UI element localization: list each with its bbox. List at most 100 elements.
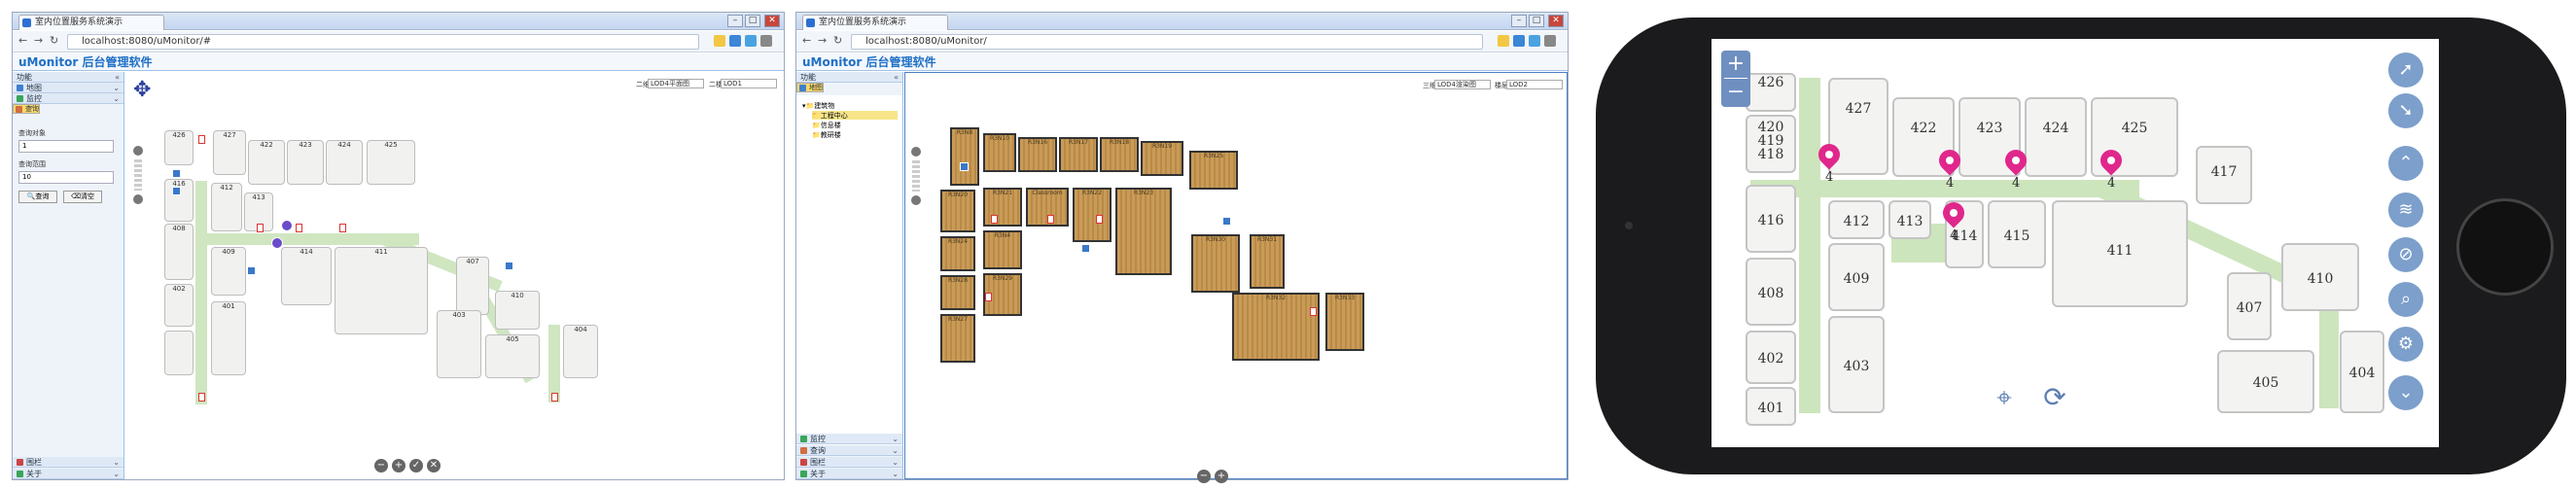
room-3d[interactable]: R3N19 (1141, 141, 1183, 176)
tree-item-selected[interactable]: 📁工程中心 (812, 111, 898, 120)
room-402[interactable]: 402 (1746, 331, 1796, 384)
room[interactable]: 426 (164, 130, 194, 165)
room[interactable]: 401 (211, 301, 246, 375)
home-button[interactable] (2456, 198, 2554, 296)
pan-down-icon[interactable] (911, 195, 921, 205)
room-3d[interactable]: R3N17 (1059, 137, 1098, 172)
room-413[interactable]: 413 (1888, 200, 1931, 239)
star-icon[interactable] (1498, 35, 1509, 47)
room-3d[interactable]: R3N4 (983, 230, 1022, 269)
zoom-in-button[interactable]: + (1721, 51, 1750, 78)
extension-icon[interactable] (729, 35, 741, 47)
person-marker-icon[interactable] (281, 220, 293, 231)
browser-tab[interactable]: 室内位置服务系统演示 (18, 15, 164, 30)
tree-root[interactable]: ▾📁建筑物 (802, 101, 834, 111)
arrow-down-right-icon[interactable]: ➘ (2388, 93, 2423, 128)
chevron-up-icon[interactable]: ⌃ (2388, 146, 2423, 181)
confirm-button[interactable]: ✓ (409, 459, 423, 472)
room-3d[interactable]: R3N25 (1189, 151, 1238, 190)
sidebar-item-fence[interactable]: 围栏 ⌄ (796, 457, 902, 468)
room[interactable]: 422 (248, 140, 285, 185)
room[interactable]: 416 (164, 179, 194, 222)
tree-item[interactable]: 📁信息楼 (812, 121, 841, 130)
compass-icon[interactable]: ✥ (133, 78, 153, 103)
zoom-slider[interactable] (133, 146, 143, 204)
minimize-button[interactable]: – (1511, 15, 1527, 27)
menu-icon[interactable] (760, 35, 772, 47)
floor-select[interactable]: LOD2 (1506, 80, 1563, 89)
room-3d[interactable]: R3N23 (1115, 188, 1172, 275)
room-3d[interactable]: R3N30 (1191, 234, 1240, 293)
room[interactable]: 409 (211, 247, 246, 296)
search-button[interactable]: 🔍查询 (18, 191, 57, 203)
room-403[interactable]: 403 (1828, 316, 1885, 413)
floor-select[interactable]: LOD1 (721, 79, 777, 88)
room-408[interactable]: 408 (1746, 258, 1796, 326)
room[interactable]: 412 (211, 183, 242, 231)
maximize-button[interactable]: □ (1529, 15, 1544, 27)
room-3d[interactable]: R3N8 (950, 127, 979, 186)
back-icon[interactable]: ← (802, 34, 811, 47)
url-field[interactable]: localhost:8080/uMonitor/ (851, 34, 1483, 50)
device-icon[interactable] (505, 262, 513, 270)
room[interactable]: 424 (326, 140, 363, 185)
zoom-out-button[interactable]: − (374, 459, 388, 472)
room[interactable]: 404 (563, 325, 598, 378)
pan-up-icon[interactable] (133, 146, 143, 156)
sidebar-item-query[interactable]: 查询 ⌄ (796, 445, 902, 456)
search-icon[interactable]: ⌕ (2388, 282, 2423, 317)
room[interactable]: 403 (437, 310, 481, 378)
room-416[interactable]: 416 (1746, 185, 1796, 253)
zoom-track[interactable] (134, 159, 142, 191)
pan-up-icon[interactable] (911, 147, 921, 157)
refresh-icon[interactable]: ⟳ (2038, 381, 2071, 414)
room[interactable]: 423 (287, 140, 324, 185)
close-button[interactable]: ✕ (1548, 15, 1564, 27)
room[interactable]: 405 (485, 334, 540, 378)
sidebar-item-about[interactable]: 关于 ⌄ (796, 469, 902, 479)
sidebar-item-query[interactable]: 查询 ⌃ (13, 104, 40, 114)
minimize-button[interactable]: – (727, 15, 743, 27)
query-object-input[interactable]: 1 (18, 140, 114, 153)
room-3d[interactable]: R3N31 (1250, 234, 1285, 289)
mode-select[interactable]: LOD4平面图 (648, 79, 704, 88)
room[interactable]: 427 (213, 130, 246, 175)
room-3d[interactable]: R3N27 (940, 314, 975, 363)
zoom-out-button[interactable]: − (1721, 79, 1750, 106)
forward-icon[interactable]: → (818, 34, 827, 47)
device-icon[interactable] (1222, 217, 1231, 226)
menu-icon[interactable] (1544, 35, 1556, 47)
compass-icon[interactable]: ⊘ (2388, 237, 2423, 272)
room[interactable]: 425 (367, 140, 415, 185)
room-3d[interactable]: R3N18 (1100, 137, 1139, 172)
chevron-down-icon[interactable]: ⌄ (2388, 375, 2423, 410)
zoom-in-button[interactable]: + (392, 459, 406, 472)
room-417[interactable]: 417 (2196, 146, 2252, 204)
locate-icon[interactable]: ⌖ (1988, 381, 2021, 414)
room[interactable]: 411 (335, 247, 428, 334)
extension-icon-2[interactable] (1529, 35, 1540, 47)
sidebar-item-map[interactable]: 地图 ⌃ (796, 83, 824, 92)
star-icon[interactable] (714, 35, 725, 47)
room-3d[interactable]: R3N24 (940, 236, 975, 271)
room-3d[interactable]: R3N10 (983, 133, 1016, 172)
room[interactable]: 408 (164, 224, 194, 280)
room-3d[interactable]: R3N22 (1073, 188, 1112, 242)
query-range-input[interactable]: 10 (18, 171, 114, 184)
reload-icon[interactable]: ↻ (833, 34, 842, 47)
device-icon[interactable] (172, 187, 181, 195)
sidebar-header[interactable]: 功能 « (13, 72, 124, 83)
room-410[interactable]: 410 (2281, 243, 2359, 311)
room-415[interactable]: 415 (1988, 200, 2046, 268)
extension-icon-2[interactable] (745, 35, 757, 47)
device-icon[interactable] (1081, 244, 1090, 253)
pan-down-icon[interactable] (133, 194, 143, 204)
device-icon[interactable] (247, 266, 256, 275)
forward-icon[interactable]: → (34, 34, 43, 47)
room-3d[interactable]: R3N21 (983, 188, 1022, 227)
device-icon[interactable] (172, 169, 181, 178)
room[interactable]: 414 (281, 247, 332, 305)
mode-select[interactable]: LOD4渲染图 (1434, 80, 1491, 89)
device-icon[interactable] (960, 162, 969, 171)
close-button[interactable]: ✕ (764, 15, 780, 27)
